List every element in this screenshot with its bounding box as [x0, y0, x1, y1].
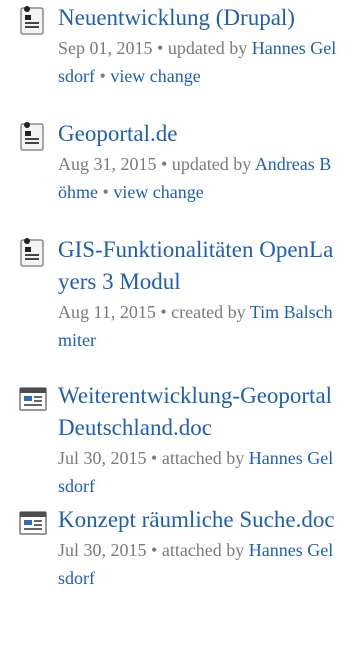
recent-activity-feed: Neuentwicklung (Drupal) Sep 01, 2015 • u…: [0, 0, 360, 656]
activity-title-link[interactable]: Weiterentwicklung-Geoportal Deutschland.…: [58, 380, 340, 444]
view-change-link[interactable]: view change: [110, 66, 200, 86]
activity-action: updated by: [171, 154, 252, 174]
activity-meta: Aug 31, 2015 • updated by Andreas Böhme …: [58, 150, 340, 206]
activity-action: attached by: [161, 540, 245, 560]
activity-title-link[interactable]: Geoportal.de: [58, 118, 340, 150]
page-icon: [20, 238, 44, 267]
document-attachment-icon: [19, 511, 47, 535]
bullet-separator: •: [160, 302, 167, 322]
activity-date: Aug 31, 2015: [58, 154, 157, 174]
bullet-separator: •: [102, 182, 109, 202]
activity-meta: Jul 30, 2015 • attached by Hannes Gelsdo…: [58, 444, 340, 500]
activity-title-link[interactable]: Konzept räumliche Suche.doc: [58, 504, 340, 536]
page-icon: [20, 6, 44, 35]
activity-date: Sep 01, 2015: [58, 38, 153, 58]
activity-date: Jul 30, 2015: [58, 540, 147, 560]
activity-title-link[interactable]: Neuentwicklung (Drupal): [58, 2, 340, 34]
activity-meta: Aug 11, 2015 • created by Tim Balschmite…: [58, 298, 340, 354]
activity-meta: Jul 30, 2015 • attached by Hannes Gelsdo…: [58, 536, 340, 592]
activity-meta: Sep 01, 2015 • updated by Hannes Gelsdor…: [58, 34, 340, 90]
activity-date: Jul 30, 2015: [58, 448, 147, 468]
view-change-link[interactable]: view change: [113, 182, 203, 202]
bullet-separator: •: [161, 154, 168, 174]
document-attachment-icon: [19, 387, 47, 411]
page-icon: [20, 122, 44, 151]
bullet-separator: •: [151, 448, 158, 468]
bullet-separator: •: [99, 66, 106, 86]
activity-title-link[interactable]: GIS-Funktionalitäten OpenLayers 3 Modul: [58, 234, 340, 298]
activity-action: created by: [171, 302, 246, 322]
activity-action: attached by: [161, 448, 245, 468]
bullet-separator: •: [151, 540, 158, 560]
activity-date: Aug 11, 2015: [58, 302, 156, 322]
activity-action: updated by: [167, 38, 248, 58]
bullet-separator: •: [157, 38, 164, 58]
